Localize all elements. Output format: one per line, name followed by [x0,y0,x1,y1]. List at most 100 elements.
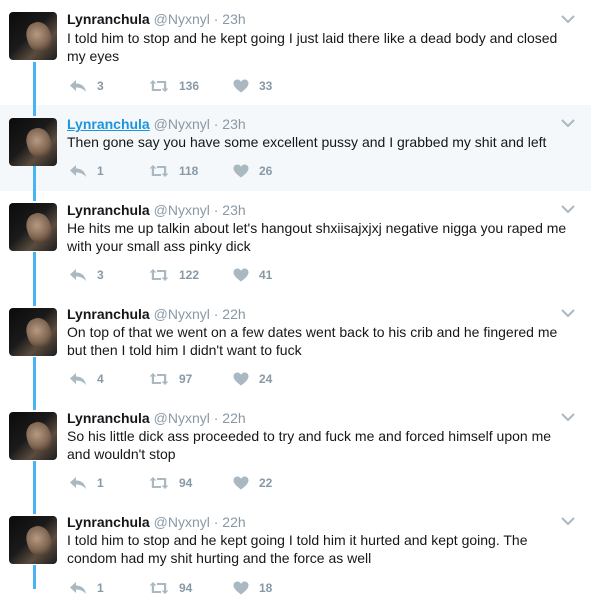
chevron-down-icon[interactable] [561,14,575,24]
retweet-button[interactable]: 118 [149,163,198,179]
reply-button[interactable]: 3 [69,267,104,283]
like-count: 26 [259,164,273,178]
avatar[interactable] [9,412,57,460]
separator: · [209,410,223,426]
like-button[interactable]: 18 [233,580,272,596]
retweet-count: 94 [179,581,193,595]
chevron-down-icon[interactable] [561,118,575,128]
like-button[interactable]: 22 [233,475,272,491]
heart-icon [233,164,249,178]
separator: · [209,11,223,27]
display-name[interactable]: Lynranchula [67,11,150,27]
reply-button[interactable]: 1 [69,580,104,596]
like-count: 33 [259,79,273,93]
reply-button[interactable]: 1 [69,475,104,491]
tweet[interactable]: Lynranchula @Nyxnyl · 23h Then gone say … [0,105,591,191]
like-button[interactable]: 26 [233,163,272,179]
retweet-button[interactable]: 94 [149,475,192,491]
retweet-count: 136 [179,79,200,93]
reply-button[interactable]: 1 [69,163,104,179]
thread-line [33,357,36,400]
timestamp[interactable]: 22h [222,410,245,426]
display-name[interactable]: Lynranchula [67,202,150,218]
timestamp[interactable]: 22h [222,514,245,530]
tweet[interactable]: Lynranchula @Nyxnyl · 23h He hits me up … [0,191,591,296]
avatar[interactable] [9,118,57,166]
thread-line [33,296,36,306]
reply-button[interactable]: 4 [69,371,104,387]
display-name[interactable]: Lynranchula [67,306,150,322]
timestamp[interactable]: 22h [222,306,245,322]
heart-icon [233,581,249,595]
reply-count: 4 [97,372,104,386]
thread-line [33,62,36,105]
reply-icon [70,373,86,385]
handle[interactable]: @Nyxnyl [154,410,210,426]
handle[interactable]: @Nyxnyl [154,514,210,530]
like-button[interactable]: 41 [233,267,272,283]
retweet-count: 122 [179,268,200,282]
display-name[interactable]: Lynranchula [67,116,150,132]
retweet-icon [149,269,169,281]
avatar[interactable] [9,308,57,356]
reply-icon [70,582,86,594]
timestamp[interactable]: 23h [222,11,245,27]
tweet-header: Lynranchula @Nyxnyl · 22h [67,409,246,427]
like-count: 22 [259,476,273,490]
display-name[interactable]: Lynranchula [67,410,150,426]
reply-button[interactable]: 3 [69,78,104,94]
retweet-button[interactable]: 94 [149,580,192,596]
tweet-header: Lynranchula @Nyxnyl · 23h [67,10,246,28]
retweet-button[interactable]: 97 [149,371,192,387]
separator: · [209,514,223,530]
timestamp[interactable]: 23h [222,202,245,218]
retweet-icon [149,477,169,489]
tweet-text: So his little dick ass proceeded to try … [67,428,552,462]
like-button[interactable]: 24 [233,371,272,387]
avatar[interactable] [9,203,57,251]
retweet-icon [149,80,169,92]
timestamp[interactable]: 23h [222,116,245,132]
handle[interactable]: @Nyxnyl [154,306,210,322]
separator: · [209,306,223,322]
chevron-down-icon[interactable] [561,204,575,214]
retweet-count: 97 [179,372,193,386]
tweet-header: Lynranchula @Nyxnyl · 23h [67,201,246,219]
retweet-button[interactable]: 122 [149,267,199,283]
retweet-button[interactable]: 136 [149,78,199,94]
reply-icon [70,80,86,92]
reply-icon [70,269,86,281]
like-count: 18 [259,581,273,595]
thread-line [33,166,36,191]
avatar[interactable] [9,12,57,60]
heart-icon [233,476,249,490]
chevron-down-icon[interactable] [561,516,575,526]
handle[interactable]: @Nyxnyl [154,116,210,132]
handle[interactable]: @Nyxnyl [154,11,210,27]
thread-line [33,105,36,116]
retweet-icon [149,373,169,385]
tweet[interactable]: Lynranchula @Nyxnyl · 22h I told him to … [0,504,591,595]
tweet[interactable]: Lynranchula @Nyxnyl · 23h I told him to … [0,0,591,105]
avatar[interactable] [9,516,57,564]
reply-icon [70,477,86,489]
thread-line [33,504,36,514]
tweet-text: Then gone say you have some excellent pu… [67,134,547,150]
chevron-down-icon[interactable] [561,308,575,318]
separator: · [209,202,223,218]
retweet-count: 94 [179,476,193,490]
tweet-text: On top of that we went on a few dates we… [67,324,558,358]
reply-count: 1 [97,164,104,178]
tweet[interactable]: Lynranchula @Nyxnyl · 22h So his little … [0,400,591,504]
like-button[interactable]: 33 [233,78,272,94]
tweet-header: Lynranchula @Nyxnyl · 22h [67,305,246,323]
heart-icon [233,372,249,386]
thread-line [33,400,36,410]
tweet[interactable]: Lynranchula @Nyxnyl · 22h On top of that… [0,296,591,400]
reply-count: 1 [97,476,104,490]
thread-line [33,461,36,504]
handle[interactable]: @Nyxnyl [154,202,210,218]
display-name[interactable]: Lynranchula [67,514,150,530]
heart-icon [233,79,249,93]
chevron-down-icon[interactable] [561,412,575,422]
